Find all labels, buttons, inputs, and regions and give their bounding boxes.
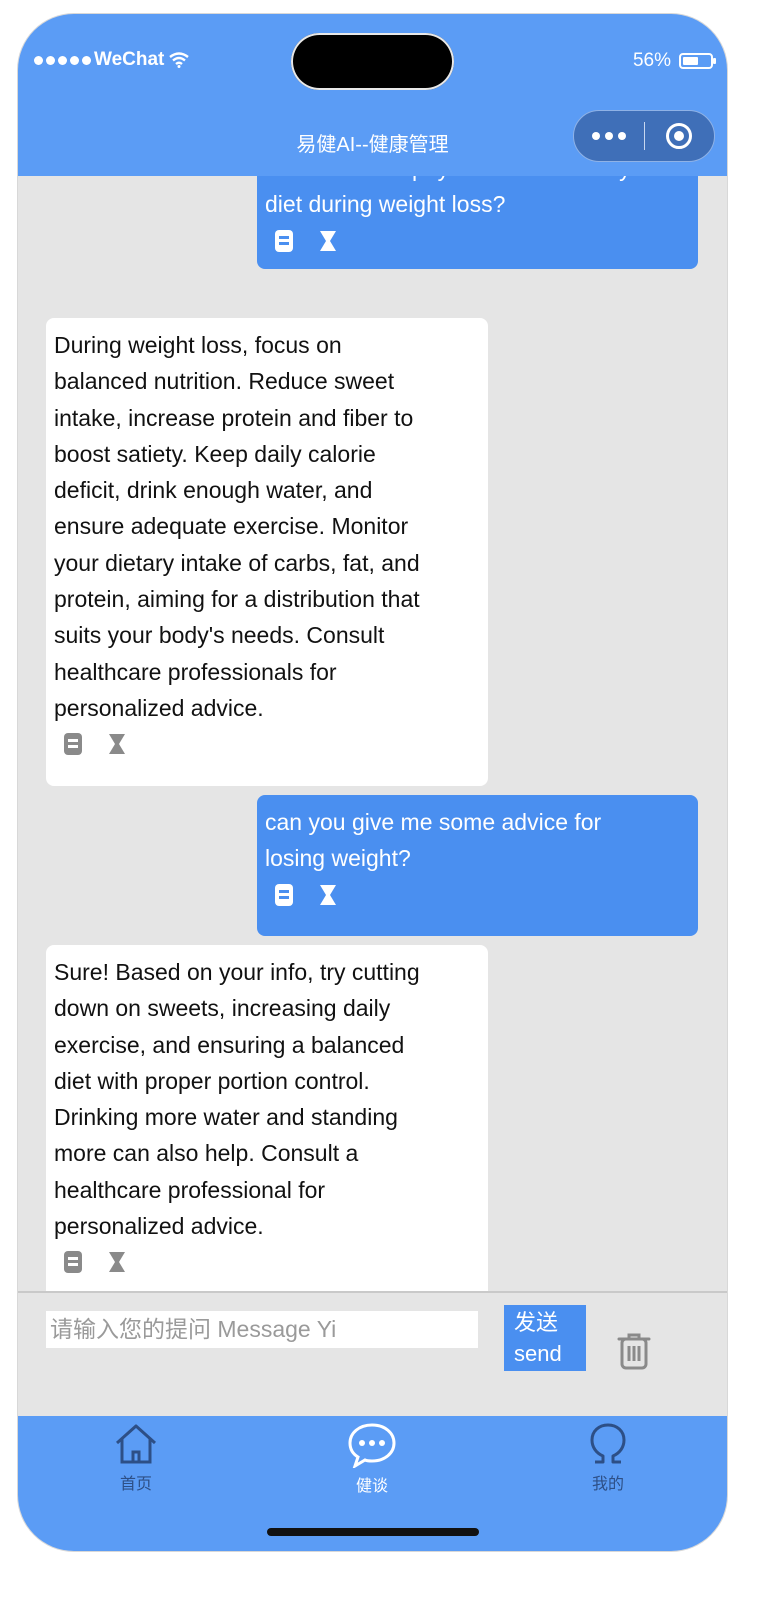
message-line: What should I pay attention to in my (265, 176, 690, 186)
message-line: During weight loss, focus on (54, 332, 342, 358)
copy-icon[interactable] (275, 229, 293, 252)
tab-profile[interactable]: 我的 (548, 1422, 668, 1494)
assistant-message: Sure! Based on your info, try cutting do… (46, 945, 488, 1291)
delete-icon[interactable] (108, 733, 126, 755)
home-icon (115, 1424, 157, 1464)
tab-profile-label: 我的 (591, 1476, 624, 1493)
message-line: deficit, drink enough water, and (54, 477, 373, 504)
message-line: can you give me some advice for (265, 809, 602, 835)
message-line: balanced nutrition. Reduce sweet (54, 368, 395, 395)
send-label-cn: 发送 (514, 1310, 559, 1335)
message-line: your dietary intake of carbs, fat, and (54, 549, 420, 576)
carrier-name: WeChat (94, 49, 165, 70)
message-line: Drinking more water and standing (54, 1104, 398, 1131)
copy-icon[interactable] (64, 1251, 82, 1274)
delete-icon[interactable] (319, 884, 337, 906)
message-actions (265, 223, 690, 259)
battery-percent: 56% (632, 50, 671, 71)
dynamic-island (291, 33, 454, 90)
message-input[interactable] (46, 1311, 478, 1348)
battery-indicator: 56% (632, 50, 716, 72)
tab-home[interactable]: 首页 (76, 1422, 196, 1494)
message-line: losing weight? (265, 845, 411, 872)
chat-area[interactable]: What should I pay attention to in my die… (18, 176, 727, 1291)
signal-dot (34, 55, 43, 65)
message-actions (54, 726, 480, 762)
message-actions (265, 877, 690, 913)
signal-dot (58, 55, 67, 65)
status-bar: WeChat 56% (18, 14, 727, 104)
tab-chat[interactable]: 健谈 (312, 1422, 432, 1496)
signal-dot (70, 55, 79, 65)
signal-dot (82, 55, 91, 65)
input-bar: 发送 send (18, 1293, 727, 1416)
message-line: suits your body's needs. Consult (54, 622, 385, 649)
assistant-message: During weight loss, focus on balanced nu… (46, 318, 488, 786)
message-actions (54, 1244, 480, 1280)
delete-icon[interactable] (108, 1251, 126, 1273)
miniprogram-capsule (573, 110, 715, 162)
target-circle-icon[interactable] (645, 123, 715, 149)
message-line: healthcare professional for (54, 1176, 326, 1203)
message-line: Sure! Based on your info, try cutting (54, 959, 420, 985)
message-line: personalized advice. (54, 694, 264, 721)
more-dots-icon[interactable] (574, 132, 644, 140)
message-line: diet with proper portion control. (54, 1067, 370, 1094)
chat-bubble-icon (348, 1423, 396, 1468)
wifi-icon (169, 52, 190, 68)
copy-icon[interactable] (275, 883, 293, 906)
user-message: What should I pay attention to in my die… (257, 176, 698, 269)
message-line: ensure adequate exercise. Monitor (54, 513, 409, 540)
message-line: personalized advice. (54, 1213, 264, 1240)
delete-icon[interactable] (319, 230, 337, 252)
message-line: more can also help. Consult a (54, 1140, 359, 1167)
home-indicator (267, 1528, 479, 1536)
message-line: protein, aiming for a distribution that (54, 586, 420, 613)
phone-screen: WeChat 56% 易健AI--健康管理 What should I pay … (18, 14, 727, 1551)
send-button[interactable]: 发送 send (504, 1305, 586, 1371)
message-line: healthcare professionals for (54, 658, 337, 685)
battery-icon (679, 53, 716, 69)
message-line: exercise, and ensuring a balanced (54, 1031, 405, 1058)
message-line: boost satiety. Keep daily calorie (54, 440, 376, 467)
tab-home-label: 首页 (119, 1476, 152, 1493)
tab-chat-label: 健谈 (355, 1478, 388, 1495)
carrier-indicator: WeChat (34, 49, 190, 71)
message-line: diet during weight loss? (265, 191, 506, 218)
message-line: down on sweets, increasing daily (54, 995, 391, 1022)
send-label-en: send (514, 1341, 562, 1366)
navigation-bar: 易健AI--健康管理 (18, 104, 727, 176)
signal-dot (46, 55, 55, 65)
copy-icon[interactable] (64, 733, 82, 756)
user-message: can you give me some advice for losing w… (257, 795, 698, 936)
profile-icon (590, 1423, 626, 1464)
trash-icon[interactable] (615, 1331, 653, 1371)
message-line: intake, increase protein and fiber to (54, 404, 414, 431)
